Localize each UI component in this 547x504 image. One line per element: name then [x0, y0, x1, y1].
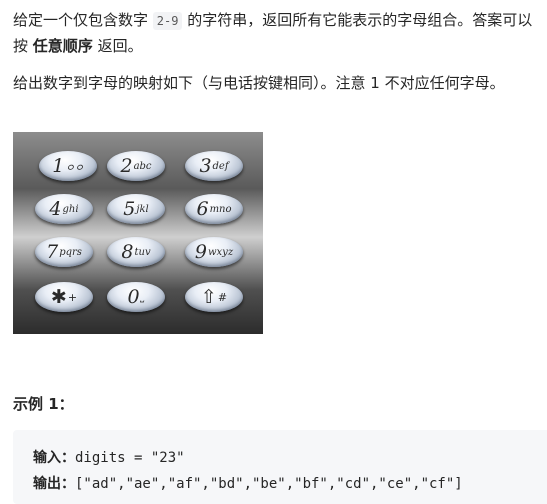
- digit-range-code: 2-9: [152, 12, 183, 30]
- any-order-emphasis: 任意顺序: [32, 37, 93, 55]
- input-label: 输入：: [33, 450, 75, 466]
- description-text-3: 返回。: [92, 37, 143, 55]
- key-3: 3 def: [185, 151, 243, 181]
- key-9: 9 wxyz: [185, 237, 243, 267]
- key-1: 1 ㅇㅇ: [39, 151, 97, 181]
- output-label: 输出：: [33, 476, 75, 492]
- key-7: 7 pqrs: [35, 237, 93, 267]
- output-value: ["ad","ae","af","bd","be","bf","cd","ce"…: [75, 476, 463, 492]
- key-star: ✱ +: [35, 282, 93, 312]
- key-2: 2 abc: [107, 151, 165, 181]
- key-hash: ⇧ #: [185, 282, 243, 312]
- example-output-line: 输出：["ad","ae","af","bd","be","bf","cd","…: [33, 473, 463, 493]
- example-code-block: 输入：digits = "23" 输出：["ad","ae","af","bd"…: [13, 430, 547, 504]
- key-0: 0 ⎵: [107, 282, 165, 312]
- example-title: 示例 1：: [13, 395, 74, 413]
- description-text-1: 给定一个仅包含数字: [13, 11, 153, 29]
- key-5: 5 jkl: [107, 194, 165, 224]
- key-8: 8 tuv: [107, 237, 165, 267]
- key-6: 6 mno: [185, 194, 243, 224]
- key-4: 4 ghi: [35, 194, 93, 224]
- example-input-line: 输入：digits = "23": [33, 447, 185, 467]
- mapping-description: 给出数字到字母的映射如下（与电话按键相同）。注意 1 不对应任何字母。: [13, 74, 505, 92]
- phone-keypad-image: 1 ㅇㅇ 2 abc 3 def 4 ghi 5 jkl 6 mno 7 pqrs 8 tuv …: [13, 132, 263, 334]
- input-value: digits = "23": [75, 450, 185, 466]
- problem-description: 给定一个仅包含数字 2-9 的字符串，返回所有它能表示的字母组合。答案可以按 任…: [13, 8, 541, 59]
